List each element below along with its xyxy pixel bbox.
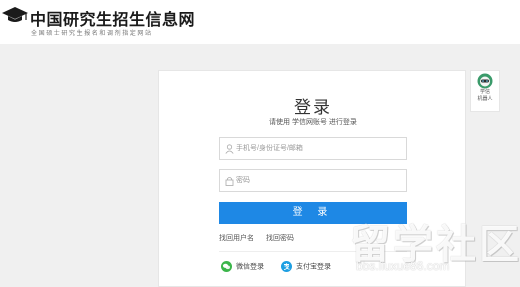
password-field[interactable] bbox=[219, 169, 407, 192]
robot-label-line2: 机器人 bbox=[477, 96, 493, 102]
find-password-link[interactable]: 找回密码 bbox=[266, 235, 294, 242]
site-title: 中国研究生招生信息网 bbox=[30, 12, 196, 29]
alipay-login-button[interactable]: 支付宝登录 bbox=[281, 261, 331, 272]
robot-icon bbox=[477, 73, 493, 89]
password-input[interactable] bbox=[236, 170, 404, 191]
watermark-url: bbs.liuxue86.com bbox=[356, 259, 450, 273]
site-logo[interactable] bbox=[2, 6, 28, 24]
site-subtitle: 全国硕士研究生报名和调剂指定网站 bbox=[31, 31, 153, 37]
login-subtitle: 请使用 学信网账号 进行登录 bbox=[269, 119, 357, 126]
wechat-login-label: 微信登录 bbox=[236, 263, 264, 271]
login-title: 登录 bbox=[294, 98, 332, 117]
alipay-login-label: 支付宝登录 bbox=[296, 263, 331, 271]
username-input[interactable] bbox=[236, 138, 404, 159]
wechat-login-button[interactable]: 微信登录 bbox=[221, 261, 264, 272]
lock-icon bbox=[225, 177, 234, 186]
username-field[interactable] bbox=[219, 137, 407, 160]
user-icon bbox=[225, 144, 234, 154]
wechat-icon bbox=[221, 261, 232, 272]
site-header: 中国研究生招生信息网 全国硕士研究生报名和调剂指定网站 bbox=[0, 0, 520, 44]
alipay-icon bbox=[281, 261, 292, 272]
watermark: 留学社区 bbs.liuxue86.com bbox=[350, 212, 520, 287]
find-account-link[interactable]: 找回用户名 bbox=[219, 235, 254, 242]
assistant-robot-widget[interactable]: 学信 机器人 bbox=[470, 70, 500, 112]
recovery-links: 找回用户名 找回密码 bbox=[219, 233, 294, 243]
robot-label-line1: 学信 bbox=[479, 89, 490, 95]
graduation-cap-icon bbox=[2, 7, 28, 22]
